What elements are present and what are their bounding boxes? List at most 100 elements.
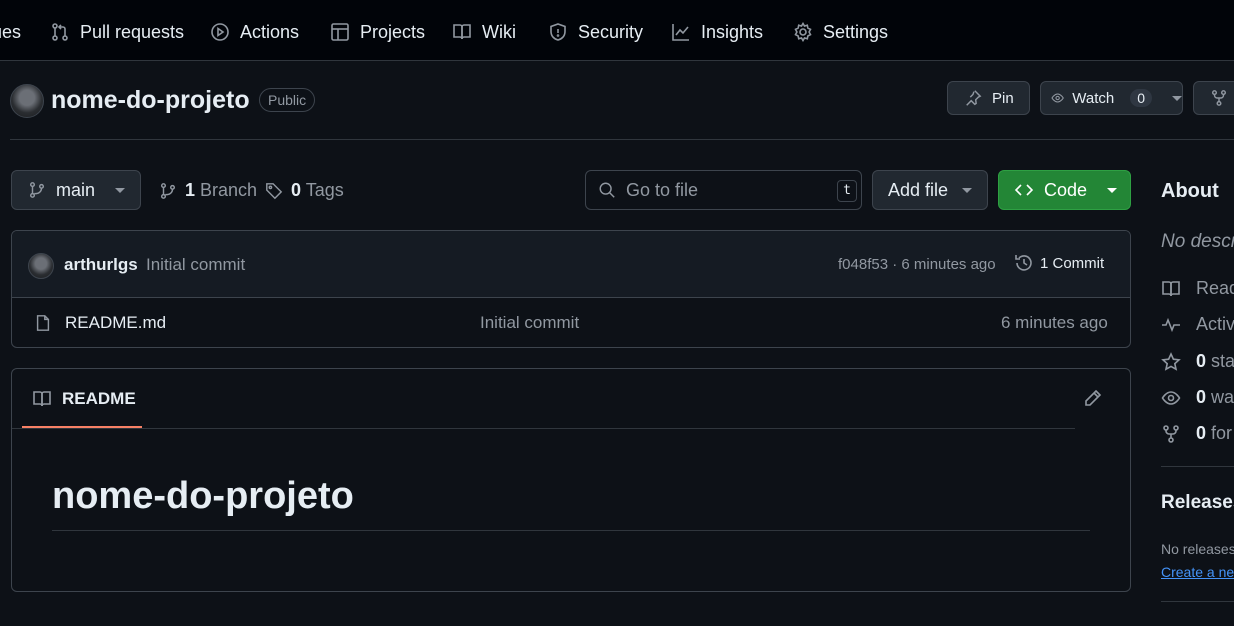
about-title: About <box>1161 180 1219 202</box>
forks-count: 0 <box>1196 423 1207 443</box>
tab-wiki[interactable]: Wiki <box>452 18 516 46</box>
tab-readme[interactable]: README <box>22 369 146 429</box>
branch-name: main <box>56 179 96 200</box>
tag-icon <box>266 182 283 199</box>
pin-button[interactable]: Pin <box>947 81 1030 115</box>
stars-link[interactable]: 0 sta <box>1161 351 1234 372</box>
graph-icon <box>672 24 689 41</box>
code-icon <box>1014 184 1034 196</box>
pull-request-icon <box>52 23 68 41</box>
commits-label: 1 Commit <box>1040 254 1105 272</box>
book-icon <box>1162 280 1180 296</box>
eye-icon <box>1051 93 1064 103</box>
fork-button[interactable] <box>1193 81 1234 115</box>
file-icon <box>36 315 50 331</box>
commit-author[interactable]: arthurlgs <box>64 255 138 275</box>
chevron-down-icon <box>1172 95 1182 101</box>
watchers-label: wa <box>1211 387 1234 407</box>
book-icon <box>453 24 471 40</box>
book-icon <box>33 391 51 407</box>
pulse-icon <box>1162 317 1180 332</box>
activity-link[interactable]: Activ <box>1161 314 1234 335</box>
commit-hash-time[interactable]: f048f53 · 6 minutes ago <box>838 256 996 273</box>
repo-description: No descr <box>1161 231 1234 252</box>
tag-count: 0 <box>291 180 302 200</box>
create-release-link[interactable]: Create a ne <box>1161 564 1234 580</box>
latest-commit-bar: arthurlgs Initial commit f048f53 · 6 min… <box>12 231 1130 298</box>
tab-settings-label: Settings <box>823 21 889 42</box>
readme-divider <box>12 428 1075 429</box>
table-row[interactable]: README.md Initial commit 6 minutes ago <box>12 297 1130 347</box>
visibility-badge: Public <box>259 88 316 112</box>
stars-count: 0 <box>1196 351 1207 371</box>
gear-icon <box>794 22 812 42</box>
branch-selector[interactable]: main <box>11 170 141 210</box>
branch-icon <box>160 182 176 199</box>
branches-link[interactable]: 1 Branch <box>159 180 257 201</box>
forks-label: for <box>1211 423 1233 443</box>
shortcut-key: t <box>837 180 857 202</box>
pin-icon <box>966 90 982 106</box>
activity-link-label: Activ <box>1196 314 1234 334</box>
watch-label: Watch <box>1072 89 1115 107</box>
forks-link[interactable]: 0 for <box>1161 423 1232 444</box>
commit-message[interactable]: Initial commit <box>146 255 245 275</box>
repo-nav-bar: ues Pull requests Actions Projects Wiki … <box>0 0 1234 61</box>
history-icon <box>1015 255 1032 271</box>
file-commit-message[interactable]: Initial commit <box>480 313 579 333</box>
repo-name[interactable]: nome-do-projeto <box>51 86 250 115</box>
header-divider <box>10 139 1234 140</box>
code-label: Code <box>1044 179 1088 200</box>
fork-icon <box>1211 90 1227 106</box>
heading-rule <box>52 530 1090 531</box>
watchers-link[interactable]: 0 wa <box>1161 387 1234 408</box>
add-file-label: Add file <box>888 179 949 200</box>
tab-pull-requests-label: Pull requests <box>80 21 185 42</box>
star-icon <box>1161 351 1181 371</box>
owner-avatar[interactable] <box>10 84 44 118</box>
tab-security[interactable]: Security <box>548 18 643 46</box>
chevron-down-icon <box>962 187 973 193</box>
tab-issues[interactable]: ues <box>0 18 21 46</box>
branch-icon <box>29 182 45 198</box>
readme-link-label: Read <box>1196 278 1234 298</box>
tab-projects[interactable]: Projects <box>330 18 425 46</box>
sidebar-divider <box>1161 466 1234 467</box>
readme-tab-label: README <box>62 389 136 408</box>
watchers-count: 0 <box>1196 387 1207 407</box>
author-avatar[interactable] <box>28 253 54 279</box>
watch-button[interactable]: Watch 0 <box>1040 81 1183 115</box>
tag-label: Tags <box>305 180 344 200</box>
readme-panel: README nome-do-projeto <box>11 368 1131 592</box>
pencil-icon[interactable] <box>1083 388 1103 408</box>
tab-insights-label: Insights <box>701 21 764 42</box>
sidebar-divider-2 <box>1161 601 1234 602</box>
eye-icon <box>1161 390 1181 405</box>
tab-issues-label: ues <box>0 21 22 42</box>
tab-projects-label: Projects <box>360 21 426 42</box>
stars-label: sta <box>1211 351 1234 371</box>
readme-link[interactable]: Read <box>1161 278 1234 299</box>
search-icon <box>599 182 615 198</box>
releases-title[interactable]: Releases <box>1161 492 1234 514</box>
chevron-down-icon <box>1107 187 1118 193</box>
pin-label: Pin <box>992 89 1014 107</box>
tab-security-label: Security <box>578 21 644 42</box>
tab-actions[interactable]: Actions <box>210 18 299 46</box>
commits-link[interactable]: 1 Commit <box>1014 253 1104 273</box>
tags-link[interactable]: 0 Tags <box>265 180 344 201</box>
chevron-down-icon <box>115 187 126 193</box>
search-placeholder: Go to file <box>626 179 699 200</box>
file-time: 6 minutes ago <box>1001 313 1108 332</box>
tab-pull-requests[interactable]: Pull requests <box>50 18 184 46</box>
tab-insights[interactable]: Insights <box>671 18 763 46</box>
tab-settings[interactable]: Settings <box>793 18 888 46</box>
file-name[interactable]: README.md <box>65 313 166 333</box>
branch-label: Branch <box>200 180 258 200</box>
code-button[interactable]: Code <box>998 170 1131 210</box>
tab-actions-label: Actions <box>240 21 300 42</box>
go-to-file-input[interactable]: Go to file t <box>585 170 862 210</box>
fork-icon <box>1163 424 1179 443</box>
add-file-button[interactable]: Add file <box>872 170 988 210</box>
branch-count: 1 <box>185 180 196 200</box>
